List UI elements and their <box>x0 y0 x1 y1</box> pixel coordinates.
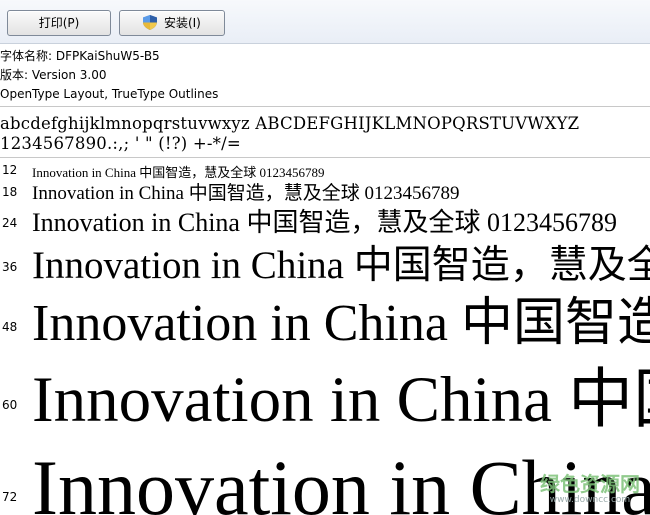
toolbar: 打印(P) 安装(I) <box>0 0 650 44</box>
charset-symbols: 1234567890.:,; ' " (!?) +-*/= <box>0 134 241 153</box>
font-name-line: 字体名称: DFPKaiShuW5-B5 <box>0 49 160 63</box>
divider <box>0 157 650 158</box>
install-button[interactable]: 安装(I) <box>119 10 225 36</box>
font-type-line: OpenType Layout, TrueType Outlines <box>0 87 219 101</box>
sample-row-18: 18 Innovation in China 中国智造，慧及全球 0123456… <box>0 178 650 204</box>
font-version-line: 版本: Version 3.00 <box>0 68 107 82</box>
install-button-label: 安装(I) <box>163 16 201 30</box>
sample-text: Innovation in China 中国智造，慧及全球 0123456789 <box>32 183 460 204</box>
size-label: 18 <box>2 185 18 199</box>
sample-text: Innovation in China 中国智造，慧及全球 0123456789 <box>32 295 650 352</box>
sample-text: Innovation in China 中国智造，慧及全球 0123456789 <box>32 364 650 432</box>
size-label: 24 <box>2 216 18 230</box>
divider <box>0 106 650 107</box>
sample-text: Innovation in China 中国智造，慧及全球 0123456789 <box>32 208 617 237</box>
size-label: 48 <box>2 320 18 334</box>
sample-row-36: 36 Innovation in China 中国智造，慧及全球 0123456… <box>0 236 650 286</box>
print-button[interactable]: 打印(P) <box>7 10 111 36</box>
size-label: 12 <box>2 163 18 177</box>
size-label: 60 <box>2 398 18 412</box>
sample-row-60: 60 Innovation in China 中国智造，慧及全球 0123456… <box>0 352 650 432</box>
watermark-brand: 绿色资源网 <box>540 472 640 496</box>
size-label: 72 <box>2 490 18 504</box>
uac-shield-icon <box>143 14 158 30</box>
sample-row-24: 24 Innovation in China 中国智造，慧及全球 0123456… <box>0 202 650 238</box>
sample-row-48: 48 Innovation in China 中国智造，慧及全球 0123456… <box>0 284 650 352</box>
sample-text: Innovation in China 中国智造，慧及全球 0123456789 <box>32 244 650 286</box>
site-watermark: 绿色资源网 www.downcc.com <box>540 468 640 505</box>
print-button-label: 打印(P) <box>38 16 80 30</box>
size-label: 36 <box>2 260 18 274</box>
charset-letters: abcdefghijklmnopqrstuvwxyz ABCDEFGHIJKLM… <box>0 114 580 133</box>
